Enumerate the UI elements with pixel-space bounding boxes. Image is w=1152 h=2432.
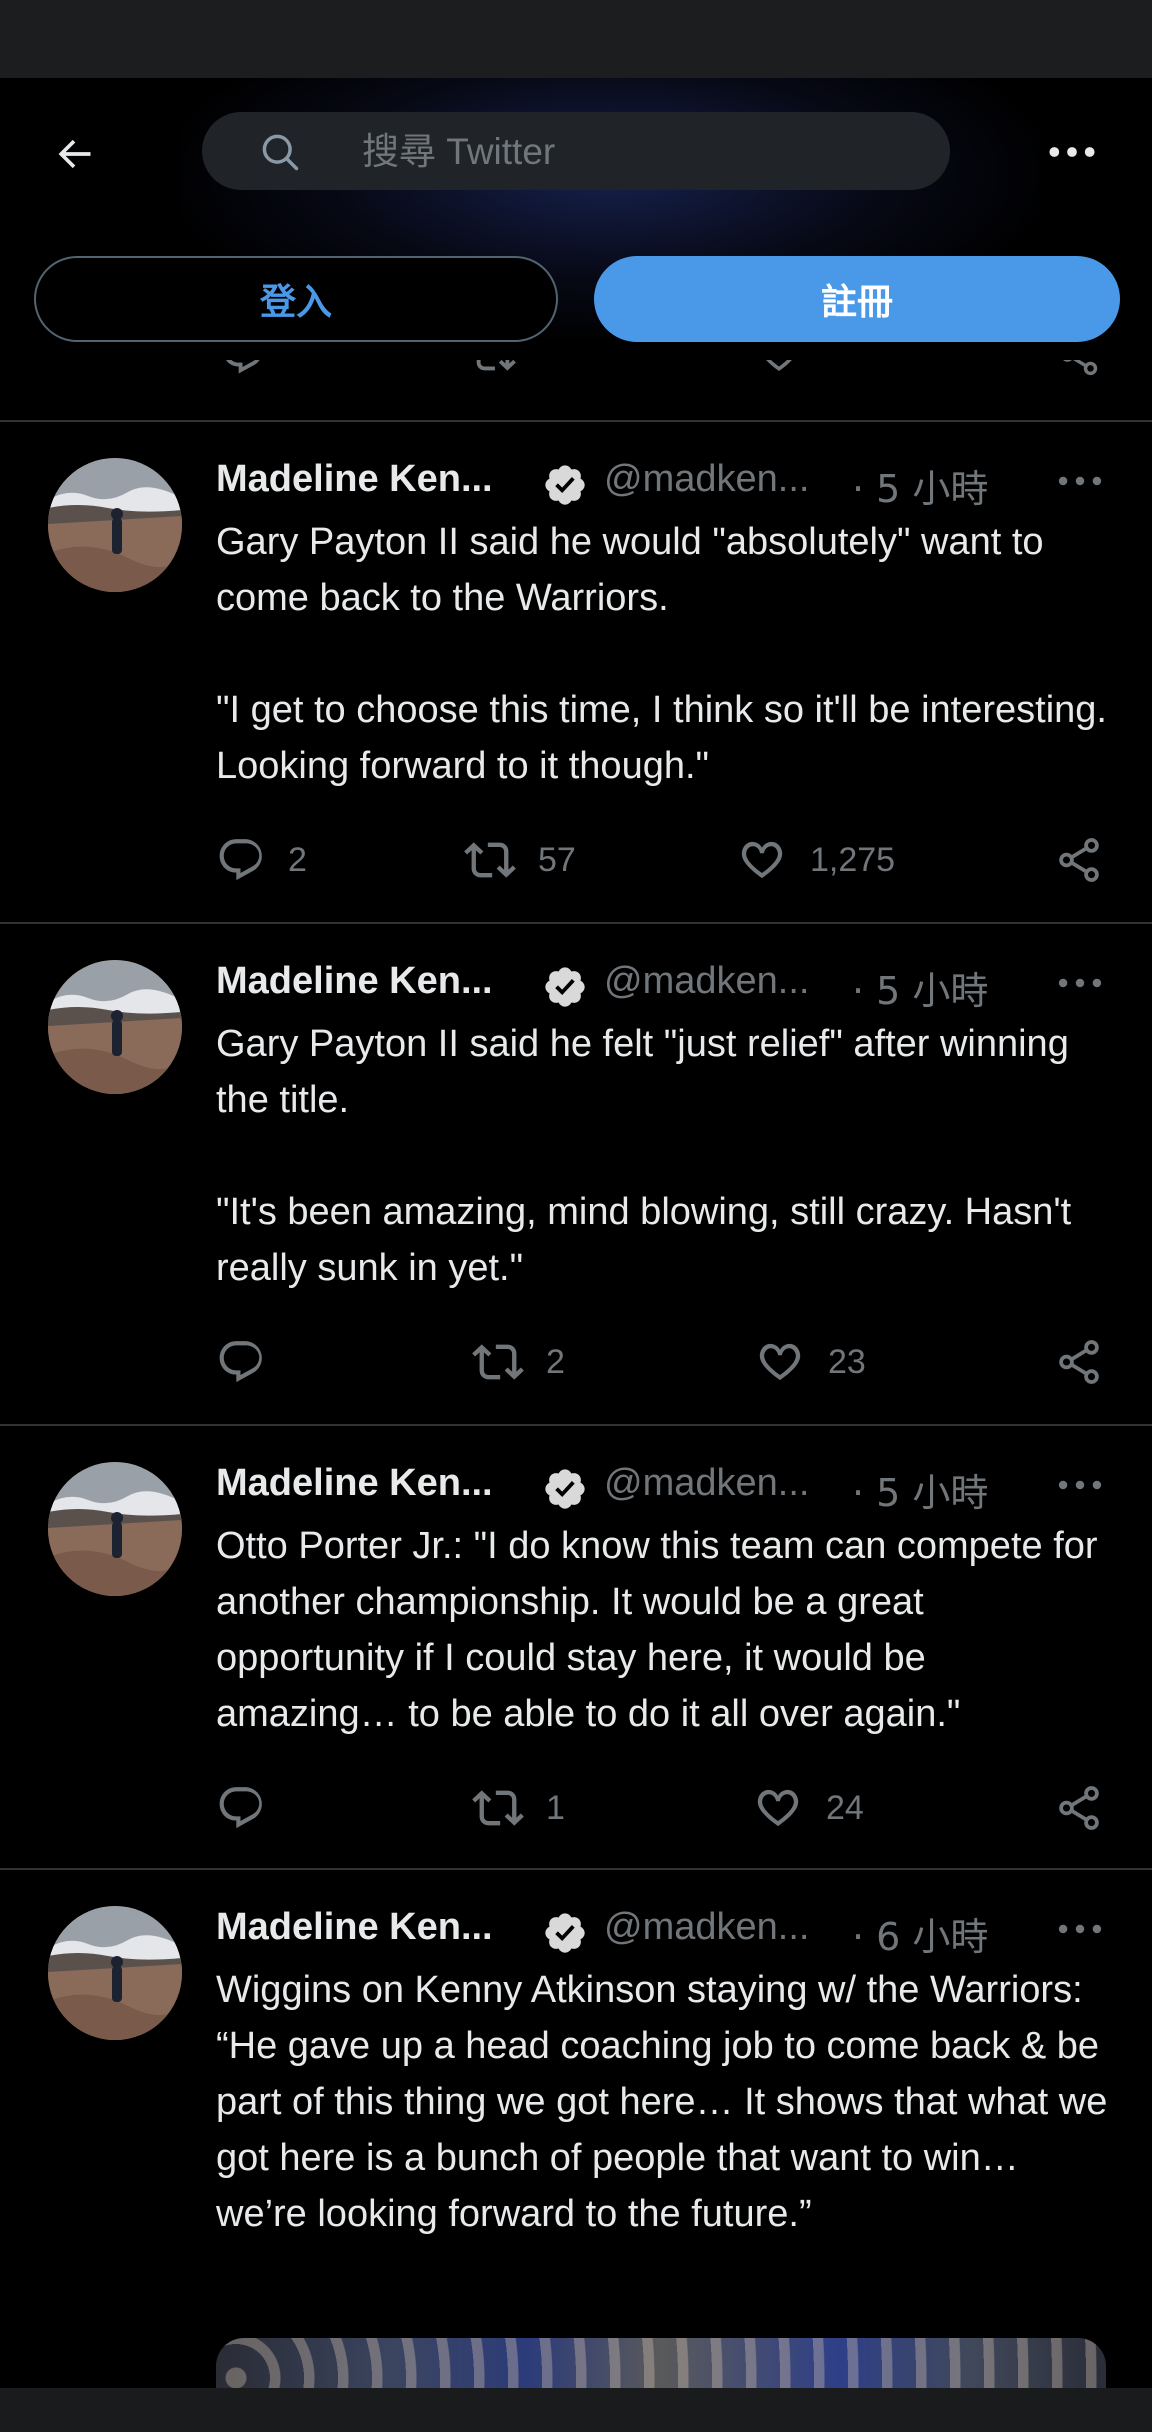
- tweet-time[interactable]: · 5 小時: [852, 960, 988, 1015]
- divider: [0, 1424, 1152, 1426]
- previous-tweet-actions: [0, 360, 1152, 422]
- like-count: 1,275: [810, 840, 896, 879]
- like-button[interactable]: 1,275: [736, 832, 895, 888]
- retweet-icon: [472, 1336, 524, 1388]
- heart-icon: [752, 1782, 804, 1834]
- more-horizontal-icon: [1058, 475, 1102, 487]
- more-horizontal-icon: [1049, 147, 1095, 157]
- signup-button[interactable]: 註冊: [594, 256, 1120, 342]
- like-count: 24: [826, 1788, 864, 1827]
- retweet-button[interactable]: 1: [472, 1780, 565, 1836]
- author-name[interactable]: Madeline Ken...: [216, 960, 493, 1003]
- retweet-icon: [464, 834, 516, 886]
- author-name[interactable]: Madeline Ken...: [216, 1906, 493, 1949]
- verified-badge-icon: [542, 462, 588, 508]
- more-options-button[interactable]: [1040, 130, 1104, 174]
- tweet-text: Gary Payton II said he felt "just relief…: [216, 1023, 1072, 1289]
- retweet-count: 2: [546, 1342, 565, 1381]
- login-button[interactable]: 登入: [34, 256, 558, 342]
- reply-button[interactable]: 2: [216, 832, 307, 888]
- reply-icon: [220, 360, 266, 378]
- divider: [0, 1868, 1152, 1870]
- tweet-more-button[interactable]: [1054, 1914, 1106, 1944]
- avatar[interactable]: [48, 960, 182, 1094]
- more-horizontal-icon: [1058, 1479, 1102, 1491]
- divider: [0, 420, 1152, 422]
- reply-button[interactable]: [216, 1334, 288, 1390]
- author-name[interactable]: Madeline Ken...: [216, 1462, 493, 1505]
- tweet-actions: 1 24: [216, 1780, 1116, 1836]
- author-handle[interactable]: @madken...: [604, 1462, 809, 1505]
- avatar[interactable]: [48, 1462, 182, 1596]
- share-button[interactable]: [1054, 832, 1104, 888]
- share-button[interactable]: [1054, 1780, 1104, 1836]
- tweet-more-button[interactable]: [1054, 1470, 1106, 1500]
- verified-badge-icon: [542, 1466, 588, 1512]
- search-box[interactable]: [202, 112, 950, 192]
- tweet-more-button[interactable]: [1054, 968, 1106, 998]
- divider: [0, 922, 1152, 924]
- share-icon: [1054, 835, 1104, 885]
- share-icon: [1054, 1783, 1104, 1833]
- heart-icon: [756, 360, 802, 378]
- heart-icon: [754, 1336, 806, 1388]
- tweet[interactable]: Madeline Ken... @madken... · 5 小時 Gary P…: [0, 458, 1152, 918]
- more-horizontal-icon: [1058, 977, 1102, 989]
- tweet[interactable]: Madeline Ken... @madken... · 6 小時 Wiggin…: [0, 1906, 1152, 2346]
- search-icon: [262, 134, 299, 171]
- retweet-button[interactable]: 2: [472, 1334, 565, 1390]
- tweet-more-button[interactable]: [1054, 466, 1106, 496]
- heart-icon: [736, 834, 788, 886]
- reply-button[interactable]: [216, 1780, 288, 1836]
- retweet-count: 57: [538, 840, 576, 879]
- retweet-button[interactable]: 57: [464, 832, 576, 888]
- tweet-time[interactable]: · 5 小時: [852, 1462, 988, 1517]
- like-button[interactable]: 23: [754, 1334, 866, 1390]
- retweet-icon: [472, 1782, 524, 1834]
- author-name[interactable]: Madeline Ken...: [216, 458, 493, 501]
- search-input[interactable]: [360, 112, 924, 192]
- more-horizontal-icon: [1058, 1923, 1102, 1935]
- tweet[interactable]: Madeline Ken... @madken... · 5 小時 Gary P…: [0, 960, 1152, 1420]
- status-bar: [0, 0, 1152, 78]
- like-count: 23: [828, 1342, 866, 1381]
- reply-count: 2: [288, 840, 307, 879]
- retweet-count: 1: [546, 1788, 565, 1827]
- verified-badge-icon: [542, 964, 588, 1010]
- header: 登入 註冊: [0, 78, 1152, 360]
- reply-icon: [216, 1337, 266, 1387]
- reply-icon: [216, 835, 266, 885]
- verified-badge-icon: [542, 1910, 588, 1956]
- share-icon: [1056, 360, 1102, 378]
- arrow-left-icon: [58, 139, 91, 169]
- tweet-time[interactable]: · 5 小時: [852, 458, 988, 513]
- reply-icon: [216, 1783, 266, 1833]
- retweet-icon: [470, 360, 516, 378]
- tweet-text: Wiggins on Kenny Atkinson staying w/ the…: [216, 1969, 1108, 2235]
- back-button[interactable]: [40, 120, 108, 188]
- like-button[interactable]: 24: [752, 1780, 864, 1836]
- share-icon: [1054, 1337, 1104, 1387]
- author-handle[interactable]: @madken...: [604, 1906, 809, 1949]
- tweet-actions: 2 23: [216, 1334, 1116, 1390]
- author-handle[interactable]: @madken...: [604, 960, 809, 1003]
- avatar[interactable]: [48, 1906, 182, 2040]
- tweet-actions: 2 57 1,275: [216, 832, 1116, 888]
- avatar[interactable]: [48, 458, 182, 592]
- tweet-text: Gary Payton II said he would "absolutely…: [216, 521, 1107, 787]
- tweet-time[interactable]: · 6 小時: [852, 1906, 988, 1961]
- navigation-bar: [0, 2388, 1152, 2432]
- tweet-text: Otto Porter Jr.: "I do know this team ca…: [216, 1525, 1098, 1735]
- share-button[interactable]: [1054, 1334, 1104, 1390]
- author-handle[interactable]: @madken...: [604, 458, 809, 501]
- tweet[interactable]: Madeline Ken... @madken... · 5 小時 Otto P…: [0, 1462, 1152, 1866]
